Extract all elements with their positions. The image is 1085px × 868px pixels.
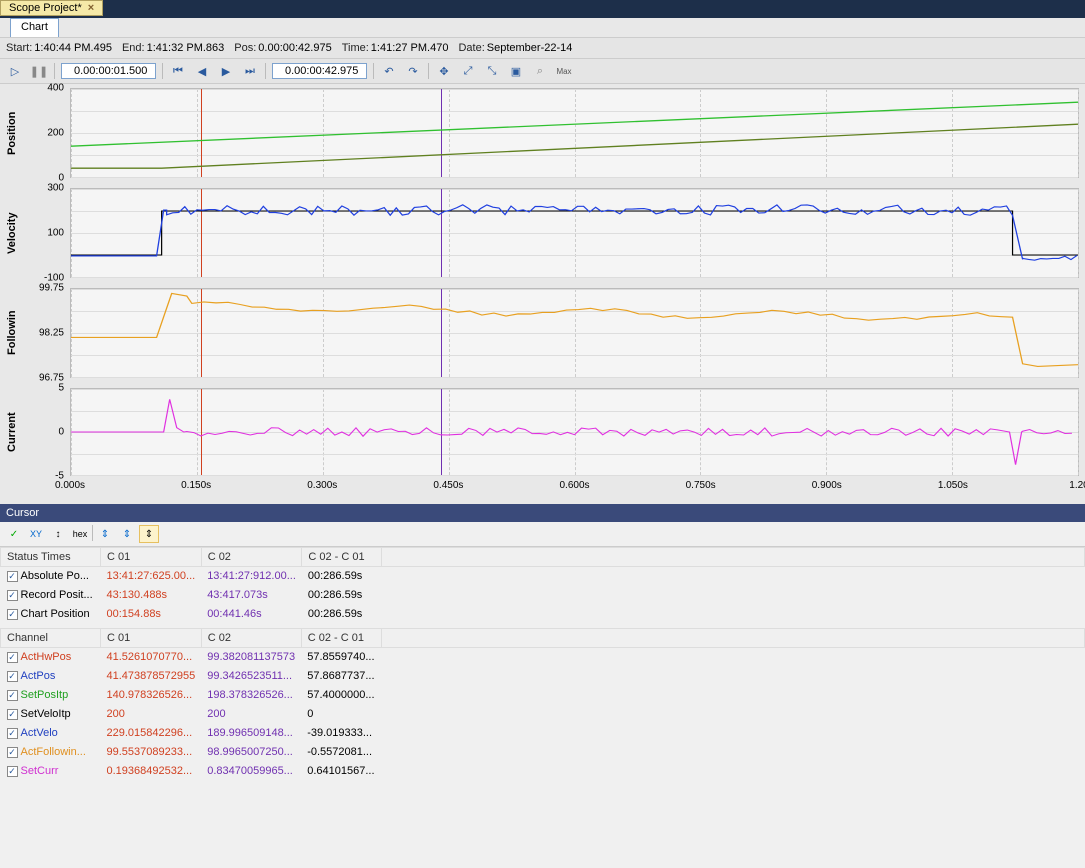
cursor-panel-header: Cursor bbox=[0, 504, 1085, 522]
skip-start-button[interactable]: ⏮ bbox=[169, 62, 187, 80]
pause-button[interactable]: ❚❚ bbox=[30, 62, 48, 80]
checkbox[interactable]: ✓ bbox=[7, 747, 18, 758]
table-row[interactable]: ✓SetCurr0.19368492532...0.83470059965...… bbox=[1, 762, 1085, 781]
file-tab-scope-project[interactable]: Scope Project* × bbox=[0, 0, 103, 16]
zoom-x-button[interactable]: ⤢ bbox=[459, 62, 477, 80]
step-back-button[interactable]: ◀ bbox=[193, 62, 211, 80]
plot-area[interactable] bbox=[70, 188, 1079, 278]
xy-button[interactable]: XY bbox=[26, 525, 46, 543]
checkbox[interactable]: ✓ bbox=[7, 766, 18, 777]
end-label: End: bbox=[122, 42, 145, 54]
column-header[interactable]: C 02 - C 01 bbox=[302, 548, 382, 567]
info-bar: Start: 1:40:44 PM.495 End: 1:41:32 PM.86… bbox=[0, 38, 1085, 59]
x-axis: 0.000s0.150s0.300s0.450s0.600s0.750s0.90… bbox=[70, 476, 1079, 498]
pos-label: Pos: bbox=[234, 42, 256, 54]
y-axis-label: Velocity bbox=[0, 188, 24, 278]
y-axis-label: Position bbox=[0, 88, 24, 178]
time-value: 1:41:27 PM.470 bbox=[371, 42, 449, 54]
tab-chart[interactable]: Chart bbox=[10, 18, 59, 37]
table-row[interactable]: ✓ActFollowin...99.5537089233...98.996500… bbox=[1, 743, 1085, 762]
column-header[interactable]: Channel bbox=[1, 629, 101, 648]
table-row[interactable]: ✓Chart Position00:154.88s00:441.46s00:28… bbox=[1, 605, 1085, 624]
zoom-area-button[interactable]: ▣ bbox=[507, 62, 525, 80]
y-axis: 50-5 bbox=[24, 388, 70, 476]
step-fwd-button[interactable]: ▶ bbox=[217, 62, 235, 80]
column-header[interactable]: C 02 bbox=[201, 548, 302, 567]
table-row[interactable]: ✓ActVelo229.015842296...189.996509148...… bbox=[1, 724, 1085, 743]
cursor-tool-button[interactable]: ↕ bbox=[48, 525, 68, 543]
time-input-2[interactable]: 0.00:00:42.975 bbox=[272, 63, 367, 79]
chart-area: Position4002000Velocity300100-100Followi… bbox=[0, 84, 1085, 504]
checkbox[interactable]: ✓ bbox=[7, 609, 18, 620]
column-header[interactable]: C 01 bbox=[101, 548, 202, 567]
play-button[interactable]: ▷ bbox=[6, 62, 24, 80]
redo-button[interactable]: ↷ bbox=[404, 62, 422, 80]
file-tab-bar: Scope Project* × bbox=[0, 0, 1085, 18]
table-row[interactable]: ✓SetVeloItp2002000 bbox=[1, 705, 1085, 724]
pan-tool-button[interactable]: ✥ bbox=[435, 62, 453, 80]
hex-button[interactable]: hex bbox=[70, 525, 90, 543]
cursor-b-button[interactable]: ⇕ bbox=[117, 525, 137, 543]
start-label: Start: bbox=[6, 42, 32, 54]
table-row[interactable]: ✓SetPosItp140.978326526...198.378326526.… bbox=[1, 686, 1085, 705]
y-axis-label: Followin bbox=[0, 288, 24, 378]
date-value: September-22-14 bbox=[487, 42, 573, 54]
sub-tab-bar: Chart bbox=[0, 18, 1085, 38]
table-row[interactable]: ✓Absolute Po...13:41:27:625.00...13:41:2… bbox=[1, 567, 1085, 586]
column-header[interactable]: Status Times bbox=[1, 548, 101, 567]
start-value: 1:40:44 PM.495 bbox=[34, 42, 112, 54]
y-axis: 4002000 bbox=[24, 88, 70, 178]
table-row[interactable]: ✓ActHwPos41.5261070770...99.382081137573… bbox=[1, 648, 1085, 667]
column-header[interactable]: C 01 bbox=[101, 629, 202, 648]
y-axis: 99.7598.2596.75 bbox=[24, 288, 70, 378]
zoom-y-button[interactable]: ⤡ bbox=[483, 62, 501, 80]
table-row[interactable]: ✓ActPos41.47387857295599.3426523511...57… bbox=[1, 667, 1085, 686]
skip-end-button[interactable]: ⏭ bbox=[241, 62, 259, 80]
checkbox[interactable]: ✓ bbox=[7, 652, 18, 663]
time-label: Time: bbox=[342, 42, 369, 54]
checkbox[interactable]: ✓ bbox=[7, 571, 18, 582]
column-header[interactable]: C 02 - C 01 bbox=[301, 629, 381, 648]
table-row[interactable]: ✓Record Posit...43:130.488s43:417.073s00… bbox=[1, 586, 1085, 605]
pos-value: 0.00:00:42.975 bbox=[258, 42, 331, 54]
playback-toolbar: ▷ ❚❚ 0.00:00:01.500 ⏮ ◀ ▶ ⏭ 0.00:00:42.9… bbox=[0, 59, 1085, 84]
plot-area[interactable] bbox=[70, 288, 1079, 378]
checkbox[interactable]: ✓ bbox=[7, 709, 18, 720]
checkbox[interactable]: ✓ bbox=[7, 690, 18, 701]
close-icon[interactable]: × bbox=[88, 2, 94, 14]
plot-area[interactable] bbox=[70, 88, 1079, 178]
time-input-1[interactable]: 0.00:00:01.500 bbox=[61, 63, 156, 79]
file-tab-label: Scope Project* bbox=[9, 2, 82, 14]
max-button[interactable]: Max bbox=[555, 62, 573, 80]
date-label: Date: bbox=[458, 42, 484, 54]
check-icon[interactable]: ✓ bbox=[4, 525, 24, 543]
checkbox[interactable]: ✓ bbox=[7, 590, 18, 601]
plot-area[interactable] bbox=[70, 388, 1079, 476]
checkbox[interactable]: ✓ bbox=[7, 728, 18, 739]
column-header[interactable]: C 02 bbox=[201, 629, 301, 648]
status-times-table: Status TimesC 01C 02C 02 - C 01 ✓Absolut… bbox=[0, 547, 1085, 624]
cursor-ab-button[interactable]: ⇕ bbox=[139, 525, 159, 543]
reset-zoom-button[interactable]: ⌕ bbox=[531, 62, 549, 80]
y-axis-label: Current bbox=[0, 388, 24, 476]
checkbox[interactable]: ✓ bbox=[7, 671, 18, 682]
cursor-a-button[interactable]: ⇕ bbox=[95, 525, 115, 543]
end-value: 1:41:32 PM.863 bbox=[147, 42, 225, 54]
undo-button[interactable]: ↶ bbox=[380, 62, 398, 80]
channel-table: ChannelC 01C 02C 02 - C 01 ✓ActHwPos41.5… bbox=[0, 628, 1085, 781]
cursor-toolbar: ✓ XY ↕ hex ⇕ ⇕ ⇕ bbox=[0, 522, 1085, 547]
y-axis: 300100-100 bbox=[24, 188, 70, 278]
